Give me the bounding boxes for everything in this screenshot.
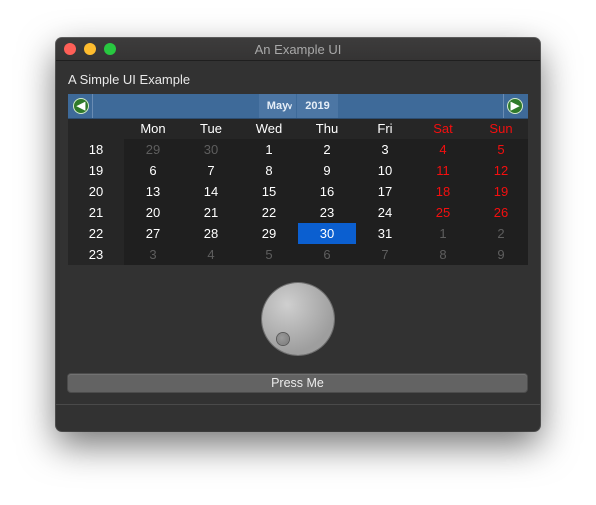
calendar-day[interactable]: 7 [182,160,240,181]
chevron-down-icon: ∨ [287,102,293,111]
calendar-day[interactable]: 20 [124,202,182,223]
weekday-header-wed: Wed [255,121,283,136]
calendar-day[interactable]: 4 [182,244,240,265]
calendar-day[interactable]: 21 [182,202,240,223]
calendar-day[interactable]: 6 [298,244,356,265]
calendar-day[interactable]: 17 [356,181,414,202]
calendar-day-selected[interactable]: 30 [298,223,356,244]
calendar-day[interactable]: 12 [472,160,530,181]
calendar-day[interactable]: 8 [240,160,298,181]
window-title: An Example UI [254,42,342,57]
calendar-day[interactable]: 9 [472,244,530,265]
calendar-day[interactable]: 19 [472,181,530,202]
calendar-day[interactable]: 30 [182,139,240,160]
calendar-day[interactable]: 23 [298,202,356,223]
calendar-day[interactable]: 24 [356,202,414,223]
arrow-left-icon: ◀ [76,100,86,112]
calendar-day[interactable]: 27 [124,223,182,244]
calendar-day[interactable]: 22 [240,202,298,223]
calendar-day[interactable]: 15 [240,181,298,202]
app-window: An Example UI A Simple UI Example ◀ May … [56,38,540,431]
calendar-day[interactable]: 5 [240,244,298,265]
calendar-day[interactable]: 29 [240,223,298,244]
status-bar-divider [56,404,540,405]
calendar-day[interactable]: 31 [356,223,414,244]
calendar-day[interactable]: 8 [414,244,472,265]
weekday-header-sun: Sun [489,121,513,136]
calendar-day[interactable]: 7 [356,244,414,265]
calendar-day[interactable]: 16 [298,181,356,202]
weekday-header-fri: Fri [377,121,393,136]
calendar-day[interactable]: 1 [240,139,298,160]
calendar-day[interactable]: 2 [472,223,530,244]
calendar-day[interactable]: 10 [356,160,414,181]
press-me-button[interactable]: Press Me [68,374,527,392]
dial-knob[interactable] [262,283,334,355]
week-number: 20 [88,184,104,199]
calendar-day[interactable]: 26 [472,202,530,223]
calendar-day[interactable]: 1 [414,223,472,244]
weekday-header-sat: Sat [433,121,453,136]
month-selector-button[interactable]: May ∨ [259,94,296,118]
calendar-day[interactable]: 11 [414,160,472,181]
week-number: 21 [88,205,104,220]
calendar-day[interactable]: 9 [298,160,356,181]
calendar-day[interactable]: 13 [124,181,182,202]
year-selector-button[interactable]: 2019 [297,94,338,118]
weekday-header-mon: Mon [140,121,166,136]
title-bar: An Example UI [56,38,540,61]
calendar-navigation-bar: ◀ May ∨ 2019 ▶ [68,94,528,119]
calendar-day[interactable]: 18 [414,181,472,202]
week-number: 23 [88,247,104,262]
arrow-right-icon: ▶ [510,100,520,112]
calendar-day[interactable]: 29 [124,139,182,160]
calendar-day[interactable]: 28 [182,223,240,244]
calendar-day[interactable]: 3 [356,139,414,160]
nav-divider [503,94,504,118]
calendar-day[interactable]: 2 [298,139,356,160]
week-number: 19 [88,163,104,178]
calendar-day[interactable]: 5 [472,139,530,160]
weekday-header-tue: Tue [200,121,222,136]
nav-divider [92,94,93,118]
calendar-day[interactable]: 25 [414,202,472,223]
calendar-day[interactable]: 6 [124,160,182,181]
calendar-day[interactable]: 3 [124,244,182,265]
calendar-day[interactable]: 14 [182,181,240,202]
page-heading: A Simple UI Example [68,72,191,87]
weekday-header-thu: Thu [315,121,339,136]
week-number: 18 [88,142,104,157]
calendar-grid: Mon Tue Wed Thu Fri Sat Sun 18 19 20 21 22 23 29 30 1 2 3… [68,119,528,265]
previous-month-button[interactable]: ◀ [73,98,89,114]
next-month-button[interactable]: ▶ [507,98,523,114]
month-label: May [266,100,289,112]
week-number: 22 [88,226,104,241]
dial-indicator [277,333,289,345]
calendar-day[interactable]: 4 [414,139,472,160]
